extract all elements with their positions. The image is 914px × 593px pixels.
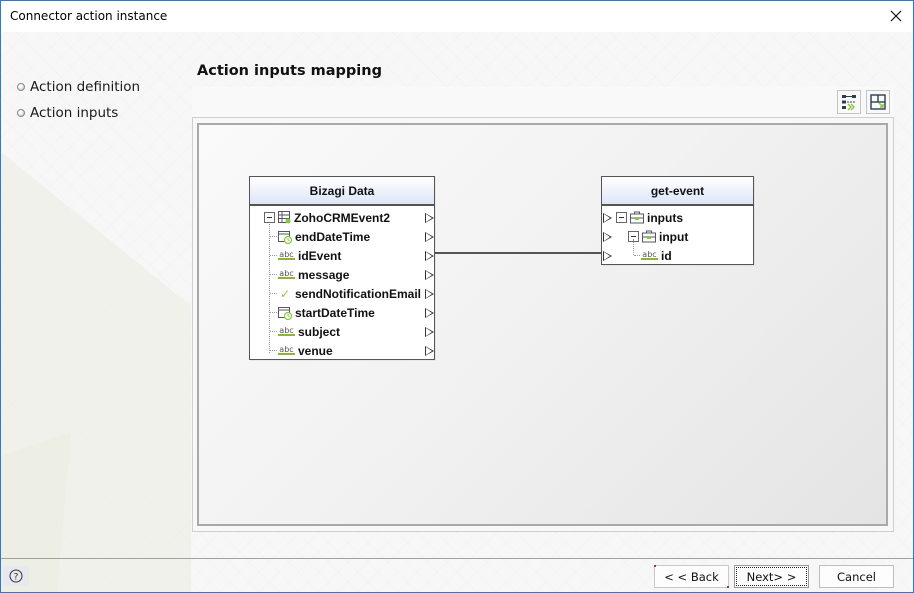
output-port[interactable] — [425, 251, 434, 261]
back-button[interactable]: < < Back — [654, 565, 729, 588]
nav-item-label: Action inputs — [30, 105, 119, 121]
object-icon — [630, 211, 644, 224]
input-port[interactable] — [603, 232, 612, 242]
datetime-icon — [278, 230, 292, 244]
tree-item-venue[interactable]: abc venue — [278, 341, 333, 360]
string-icon: abc — [278, 326, 295, 336]
item-label: idEvent — [298, 248, 342, 263]
node-title: Bizagi Data — [250, 177, 434, 206]
item-label: startDateTime — [295, 305, 375, 320]
tree-item-subject[interactable]: abc subject — [278, 322, 340, 341]
collapse-toggle[interactable] — [616, 212, 627, 223]
tree-line — [270, 312, 277, 313]
wizard-steps-nav: Action definition Action inputs — [17, 74, 140, 126]
entity-icon — [278, 211, 291, 224]
svg-text:?: ? — [14, 573, 19, 583]
boolean-icon: ✓ — [279, 286, 291, 301]
tree-item-sendnotificationemail[interactable]: ✓ sendNotificationEmail — [278, 284, 421, 303]
tree-item-startdatetime[interactable]: startDateTime — [278, 303, 375, 322]
cancel-button[interactable]: Cancel — [819, 565, 894, 588]
string-icon: abc — [278, 250, 295, 260]
tree-item-input[interactable]: input — [628, 227, 688, 246]
window-title: Connector action instance — [10, 9, 168, 23]
footer-divider — [1, 558, 913, 559]
tree-line — [269, 219, 270, 353]
tree-item-idevent[interactable]: abc idEvent — [278, 246, 341, 265]
tree-line — [270, 236, 277, 237]
tree-item-zohocrmevent2[interactable]: ZohoCRMEvent2 — [264, 208, 390, 227]
output-port[interactable] — [425, 213, 434, 223]
radio-bullet-icon — [17, 109, 25, 117]
string-icon: abc — [641, 250, 658, 260]
input-port[interactable] — [603, 213, 612, 223]
tree-line — [633, 239, 634, 255]
output-port[interactable] — [425, 327, 434, 337]
mapping-toolbar — [192, 87, 894, 117]
tree-line — [634, 255, 640, 256]
tree-line — [270, 293, 277, 294]
nav-item-label: Action definition — [30, 79, 141, 95]
next-button[interactable]: Next> > — [734, 565, 809, 588]
node-title: get-event — [602, 177, 753, 206]
item-label: ZohoCRMEvent2 — [294, 210, 390, 225]
source-node-bizagi-data[interactable]: Bizagi Data ZohoCRMEvent2 endDateTime ab… — [249, 176, 435, 360]
input-port[interactable] — [603, 251, 612, 261]
connector-action-dialog: Connector action instance Action definit… — [0, 0, 914, 593]
auto-map-icon — [842, 95, 856, 111]
nav-item-action-definition[interactable]: Action definition — [17, 74, 140, 100]
target-node-get-event[interactable]: get-event inputs input abc id — [601, 176, 754, 265]
output-port[interactable] — [425, 346, 434, 356]
radio-bullet-icon — [17, 83, 25, 91]
section-title: Action inputs mapping — [197, 63, 382, 79]
output-port[interactable] — [425, 232, 434, 242]
output-port[interactable] — [425, 289, 434, 299]
item-label: inputs — [647, 210, 683, 225]
close-icon — [890, 10, 902, 22]
item-label: venue — [298, 343, 333, 358]
collapse-toggle[interactable] — [264, 212, 275, 223]
tree-item-inputs[interactable]: inputs — [616, 208, 683, 227]
help-button[interactable]: ? — [3, 566, 29, 586]
item-label: id — [661, 248, 672, 263]
output-port[interactable] — [425, 308, 434, 318]
datetime-icon — [278, 306, 292, 320]
dialog-content: Action definition Action inputs Action i… — [1, 32, 913, 592]
tree-item-enddatetime[interactable]: endDateTime — [278, 227, 370, 246]
item-label: endDateTime — [295, 229, 371, 244]
tree-item-id[interactable]: abc id — [641, 246, 672, 265]
layout-button[interactable] — [866, 90, 890, 114]
tree-line — [270, 331, 277, 332]
object-icon — [642, 230, 656, 243]
auto-map-button[interactable] — [837, 90, 861, 114]
layout-icon — [870, 94, 886, 110]
title-bar: Connector action instance — [1, 1, 913, 32]
help-icon: ? — [9, 569, 23, 583]
tree-item-message[interactable]: abc message — [278, 265, 349, 284]
string-icon: abc — [278, 345, 295, 355]
item-label: subject — [298, 324, 341, 339]
tree-line — [270, 350, 277, 351]
item-label: input — [659, 229, 689, 244]
tree-line — [270, 274, 277, 275]
mapping-canvas: Bizagi Data ZohoCRMEvent2 endDateTime ab… — [197, 123, 888, 526]
nav-item-action-inputs[interactable]: Action inputs — [17, 100, 140, 126]
tree-line — [270, 255, 277, 256]
string-icon: abc — [278, 269, 295, 279]
item-label: sendNotificationEmail — [295, 286, 422, 301]
close-button[interactable] — [883, 4, 909, 28]
item-label: message — [298, 267, 350, 282]
output-port[interactable] — [425, 270, 434, 280]
